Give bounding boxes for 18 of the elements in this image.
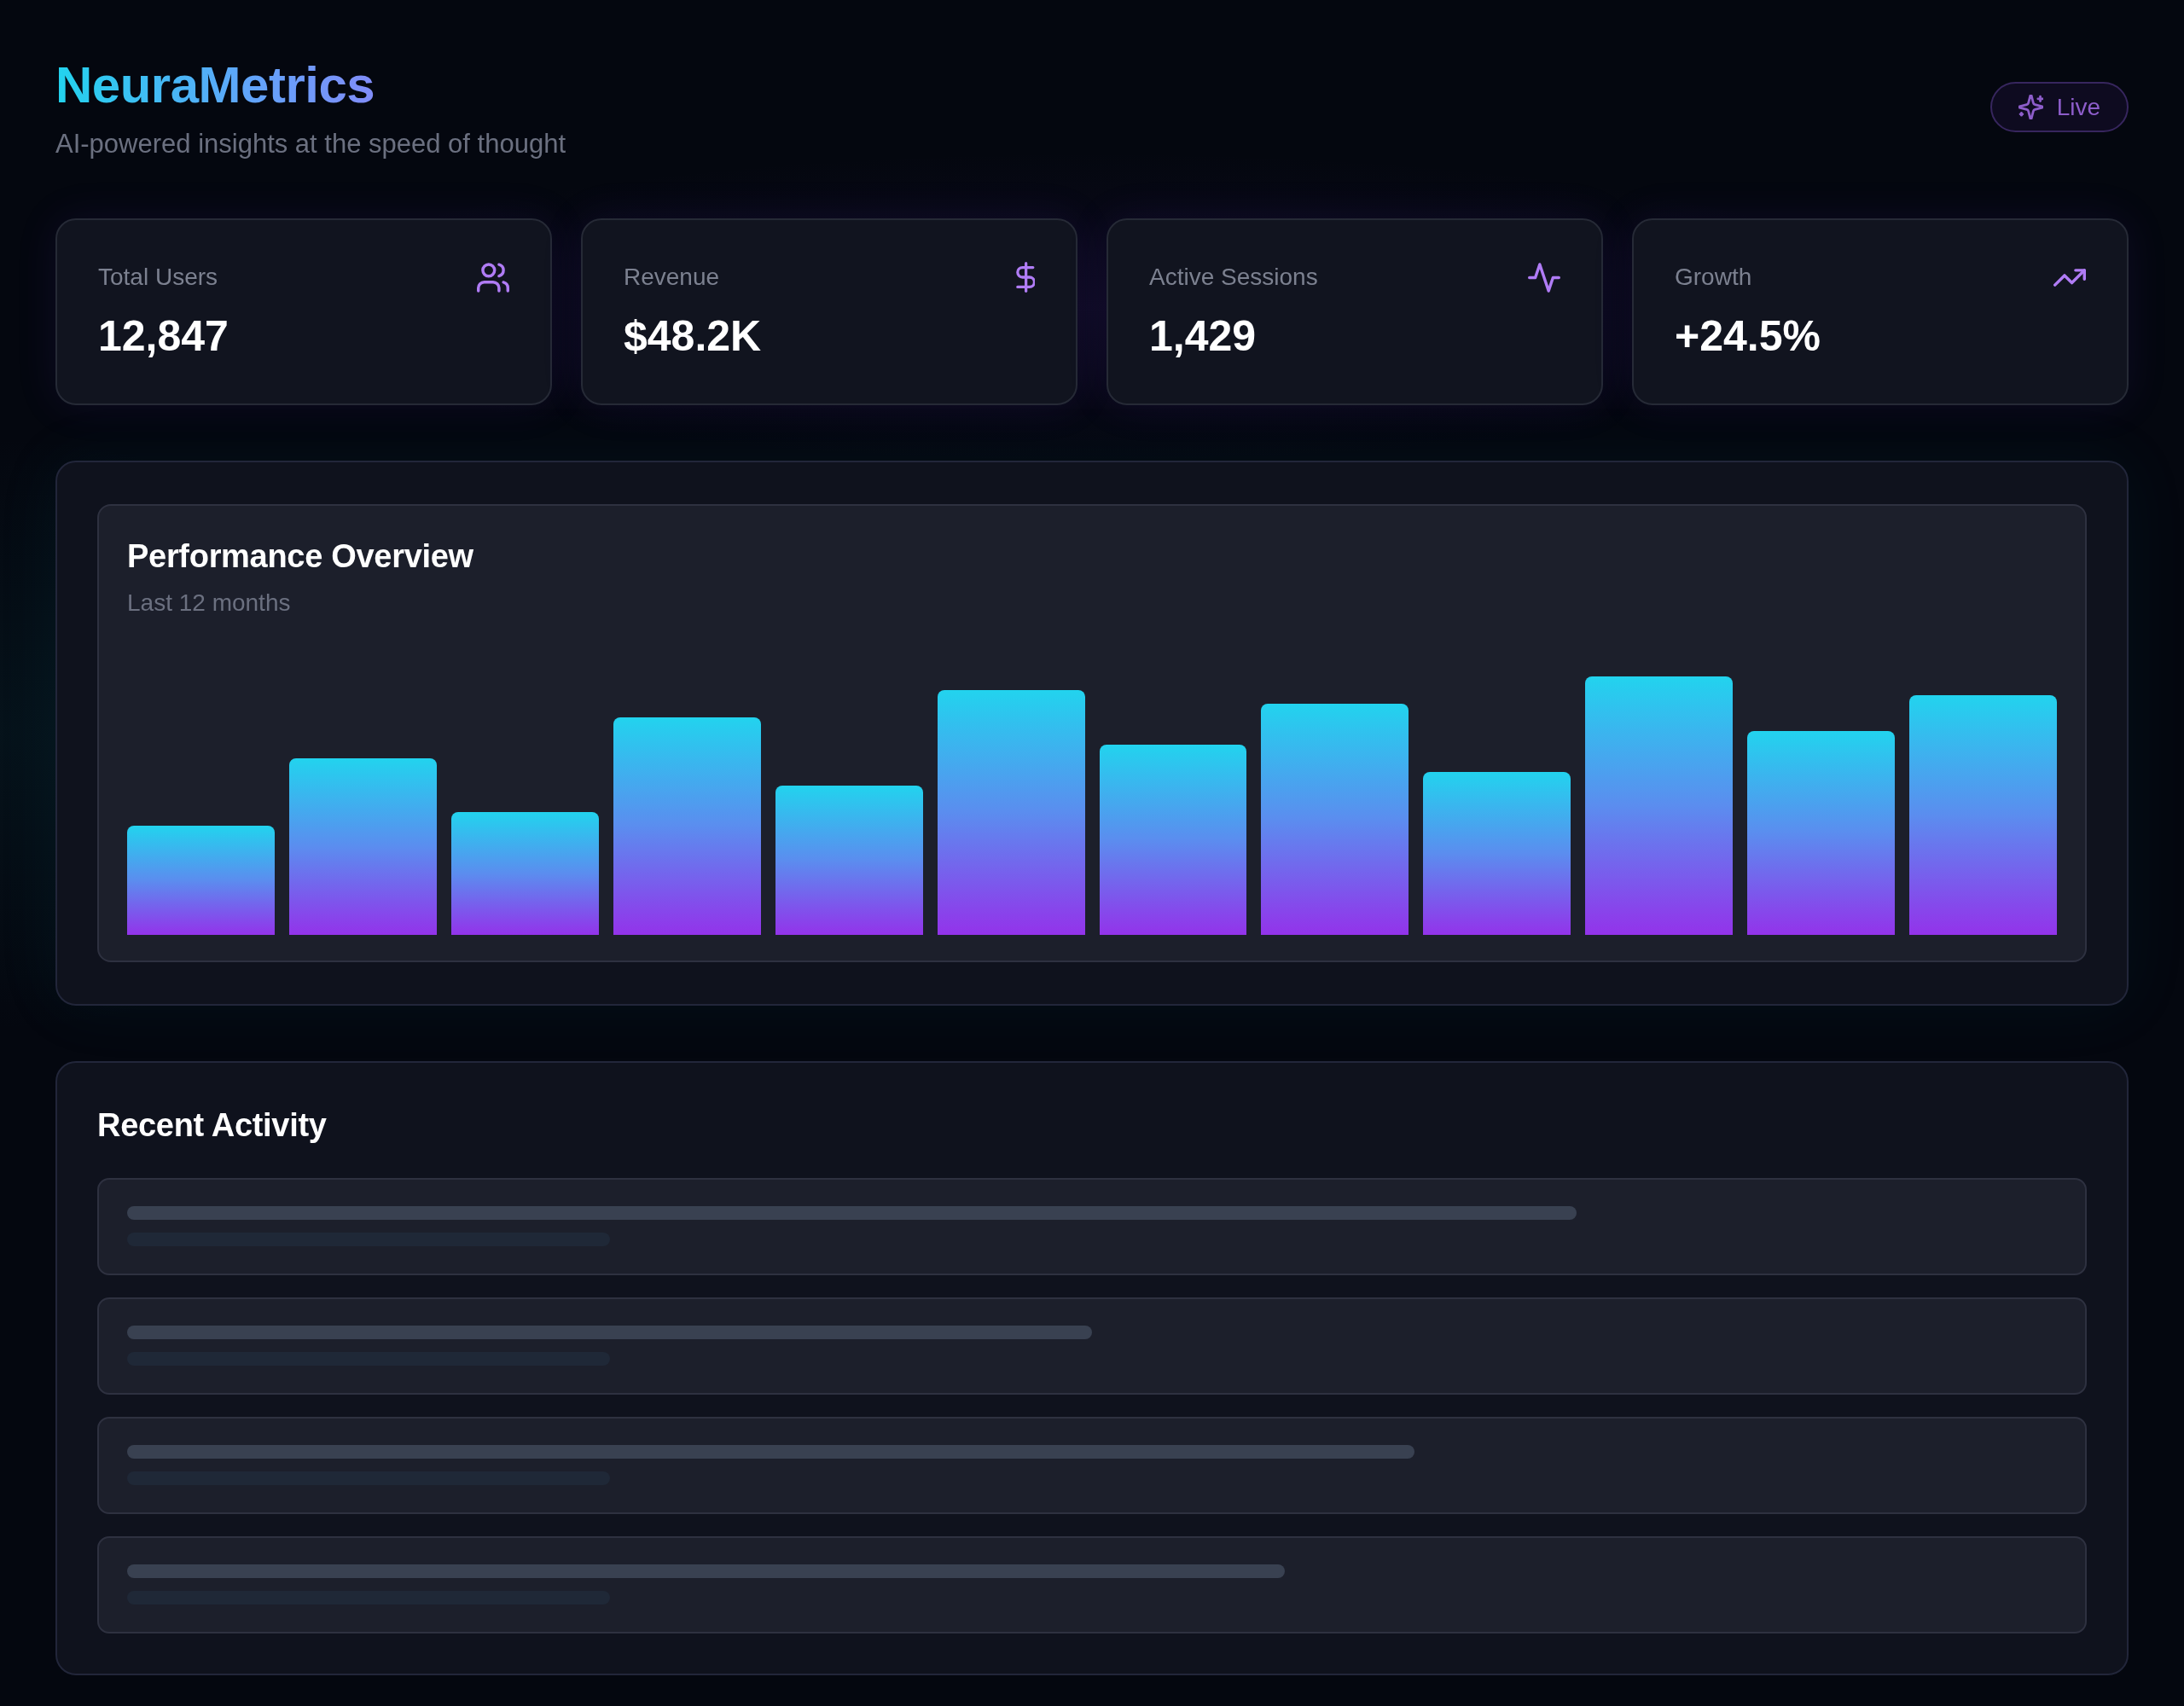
status-label: Live	[2056, 92, 2100, 122]
stat-value: $48.2K	[624, 311, 762, 362]
activity-title: Recent Activity	[97, 1106, 327, 1145]
stat-label: Revenue	[624, 263, 720, 292]
stat-label: Active Sessions	[1149, 263, 1318, 292]
stat-value: +24.5%	[1675, 311, 1821, 362]
chart-subtitle: Last 12 months	[127, 589, 291, 618]
stat-value: 12,847	[98, 311, 229, 362]
stat-label: Total Users	[98, 263, 218, 292]
dollar-icon	[1014, 262, 1035, 293]
chart-title: Performance Overview	[127, 537, 473, 576]
stat-value: 1,429	[1149, 311, 1257, 362]
pulse-icon	[1528, 262, 1560, 293]
app-subtitle: AI-powered insights at the speed of thought	[55, 128, 566, 160]
sparkle-icon	[2018, 95, 2043, 119]
users-icon	[477, 262, 509, 293]
trend-up-icon	[2053, 268, 2086, 287]
stat-label: Growth	[1675, 263, 1752, 292]
